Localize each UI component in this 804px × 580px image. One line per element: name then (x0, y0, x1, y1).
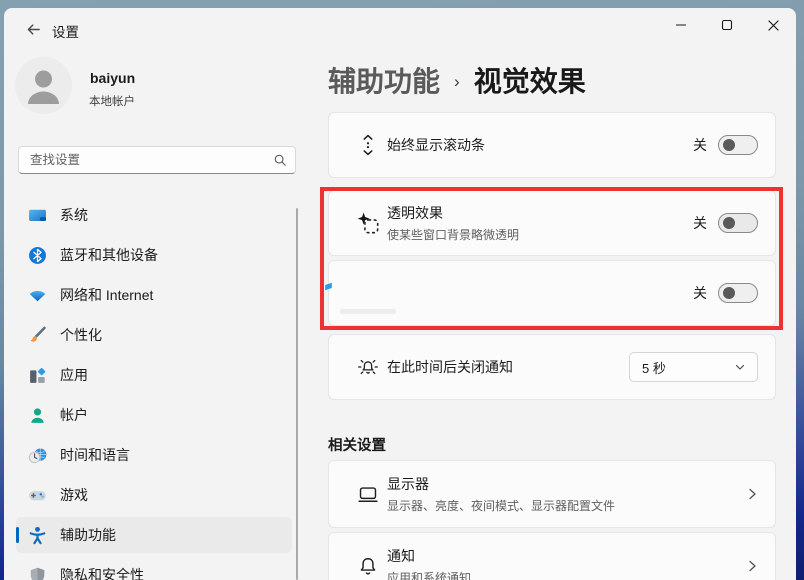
toggle-state-label: 关 (693, 137, 707, 153)
minimize-icon (676, 24, 686, 26)
notifications-bell-icon (360, 558, 376, 575)
breadcrumb: 辅助功能 › 视觉效果 (328, 60, 586, 100)
scrollbar-icon (363, 134, 373, 156)
toggle-knob (723, 139, 735, 151)
sidebar-item-label: 游戏 (60, 487, 88, 503)
search-box[interactable] (18, 146, 296, 174)
bluetooth-icon (29, 246, 46, 264)
sidebar-item-label: 帐户 (60, 407, 88, 423)
display-icon (358, 487, 378, 502)
setting-row-blank[interactable]: 关 (328, 260, 776, 326)
maximize-button[interactable] (704, 8, 750, 42)
text-render-artifact (340, 309, 396, 314)
related-row-notifications[interactable]: 通知 应用和系统通知 (328, 532, 776, 580)
accessibility-icon (29, 526, 46, 544)
sidebar-item-apps[interactable]: 应用 (16, 357, 292, 393)
close-button[interactable] (750, 8, 796, 42)
setting-subtitle: 显示器、亮度、夜间模式、显示器配置文件 (387, 499, 616, 513)
blank-row-toggle[interactable] (718, 283, 758, 303)
setting-subtitle: 应用和系统通知 (387, 571, 472, 580)
sidebar-item-label: 时间和语言 (60, 447, 130, 463)
toggle-state-label: 关 (693, 215, 707, 231)
sidebar-item-privacy[interactable]: 隐私和安全性 (16, 557, 292, 580)
time-language-icon (28, 448, 47, 463)
sidebar-item-bluetooth[interactable]: 蓝牙和其他设备 (16, 237, 292, 273)
sidebar-item-personalization[interactable]: 个性化 (16, 317, 292, 353)
timeout-dropdown[interactable]: 5 秒 (629, 352, 758, 382)
apps-icon (30, 367, 46, 383)
accounts-icon (31, 407, 44, 423)
setting-title: 在此时间后关闭通知 (387, 359, 513, 375)
sidebar-item-label: 个性化 (60, 327, 102, 343)
setting-row-transparency[interactable]: 透明效果 使某些窗口背景略微透明 关 (328, 190, 776, 256)
personalization-brush-icon (30, 326, 46, 342)
related-row-display[interactable]: 显示器 显示器、亮度、夜间模式、显示器配置文件 (328, 460, 776, 528)
toggle-knob (723, 287, 735, 299)
transparency-icon (357, 212, 379, 234)
window-controls (658, 8, 796, 42)
titlebar: 设置 (4, 8, 796, 52)
sidebar-item-network[interactable]: 网络和 Internet (16, 277, 292, 313)
sidebar-item-accessibility[interactable]: 辅助功能 (16, 517, 292, 553)
sidebar-item-time-language[interactable]: 时间和语言 (16, 437, 292, 473)
user-name: baiyun (90, 70, 136, 86)
sidebar-item-label: 蓝牙和其他设备 (60, 247, 158, 263)
back-arrow-icon (27, 23, 40, 35)
sidebar-item-gaming[interactable]: 游戏 (16, 477, 292, 513)
transparency-toggle[interactable] (718, 213, 758, 233)
chevron-right-icon (749, 488, 756, 500)
breadcrumb-separator-icon: › (454, 71, 460, 91)
setting-title: 通知 (387, 548, 415, 564)
setting-row-notify-timeout[interactable]: 在此时间后关闭通知 5 秒 (328, 334, 776, 400)
settings-window: 设置 baiyun 本地帐户 查找设置 系统 蓝牙和其他设备 网络和 Inter… (4, 8, 796, 580)
user-account-type: 本地帐户 (89, 96, 135, 108)
avatar[interactable] (15, 57, 72, 114)
person-icon (28, 70, 59, 104)
sidebar-item-label: 网络和 Internet (60, 287, 154, 303)
maximize-icon (721, 19, 733, 31)
chevron-right-icon (749, 560, 756, 572)
search-icon (274, 154, 286, 166)
setting-title: 显示器 (387, 476, 429, 492)
toggle-knob (723, 217, 735, 229)
related-settings-heading: 相关设置 (328, 438, 386, 454)
sidebar-item-label: 应用 (60, 367, 88, 383)
page-title: 视觉效果 (473, 66, 586, 97)
sidebar-item-system[interactable]: 系统 (16, 197, 292, 233)
notification-timer-icon (358, 359, 378, 375)
scrollbars-toggle[interactable] (718, 135, 758, 155)
sidebar-scrollbar[interactable] (296, 208, 298, 580)
setting-subtitle: 使某些窗口背景略微透明 (387, 228, 520, 242)
sidebar-item-label: 隐私和安全性 (60, 567, 144, 580)
breadcrumb-parent[interactable]: 辅助功能 (328, 60, 440, 100)
sidebar-item-label: 系统 (60, 207, 88, 223)
minimize-button[interactable] (658, 8, 704, 42)
chevron-down-icon (735, 364, 745, 370)
setting-title: 透明效果 (387, 205, 443, 221)
search-input[interactable] (30, 153, 273, 167)
system-icon (29, 209, 46, 221)
gaming-icon (29, 490, 46, 500)
privacy-shield-icon (30, 567, 45, 580)
toggle-state-label: 关 (693, 285, 707, 301)
window-title: 设置 (52, 25, 79, 40)
setting-title: 始终显示滚动条 (387, 137, 485, 153)
back-button[interactable] (18, 16, 48, 42)
setting-row-scrollbars[interactable]: 始终显示滚动条 关 (328, 112, 776, 178)
dropdown-value: 5 秒 (642, 360, 666, 376)
selected-indicator (16, 527, 19, 543)
close-icon (767, 19, 779, 31)
sidebar-item-label: 辅助功能 (60, 527, 116, 543)
network-wifi-icon (29, 290, 46, 301)
sidebar-nav: 系统 蓝牙和其他设备 网络和 Internet 个性化 应用 帐户 时间和语言 … (4, 197, 304, 580)
sidebar-item-accounts[interactable]: 帐户 (16, 397, 292, 433)
